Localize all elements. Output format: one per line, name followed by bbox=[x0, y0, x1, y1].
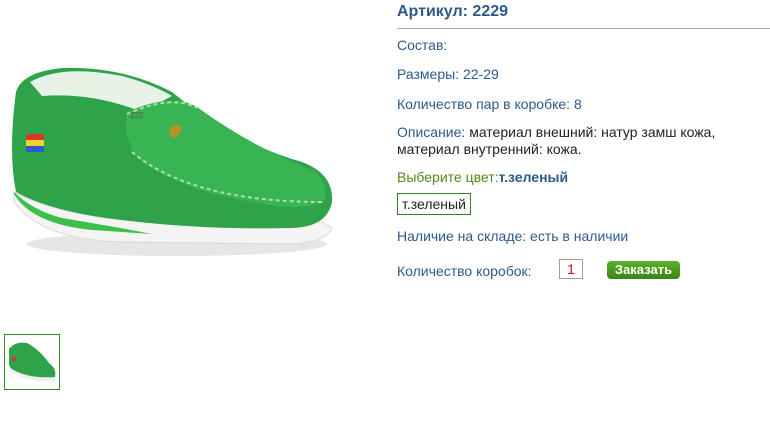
sizes-label: Размеры: 22-29 bbox=[397, 66, 499, 82]
composition-label: Состав: bbox=[397, 37, 448, 53]
color-prompt-row: Выберите цвет:т.зеленый bbox=[397, 169, 568, 185]
stock-status: Наличие на складе: есть в наличии bbox=[397, 228, 629, 244]
divider bbox=[397, 28, 770, 29]
product-description: Описание: материал внешний: натур замш к… bbox=[397, 124, 770, 158]
order-button[interactable]: Заказать bbox=[607, 261, 680, 279]
product-main-image: 222 bbox=[2, 52, 340, 272]
pairs-per-box-label: Количество пар в коробке: 8 bbox=[397, 96, 582, 112]
product-sku: Артикул: 2229 bbox=[397, 3, 509, 20]
color-prompt: Выберите цвет: bbox=[397, 169, 499, 185]
selected-color: т.зеленый bbox=[498, 169, 569, 185]
box-quantity-label: Количество коробок: bbox=[397, 263, 532, 279]
box-quantity-input[interactable]: 1 bbox=[559, 259, 583, 279]
color-option-button[interactable]: т.зеленый bbox=[397, 193, 471, 215]
description-label: Описание: bbox=[397, 124, 466, 140]
product-thumbnail[interactable] bbox=[4, 334, 60, 390]
shoe-size-text: 222 bbox=[130, 111, 144, 120]
